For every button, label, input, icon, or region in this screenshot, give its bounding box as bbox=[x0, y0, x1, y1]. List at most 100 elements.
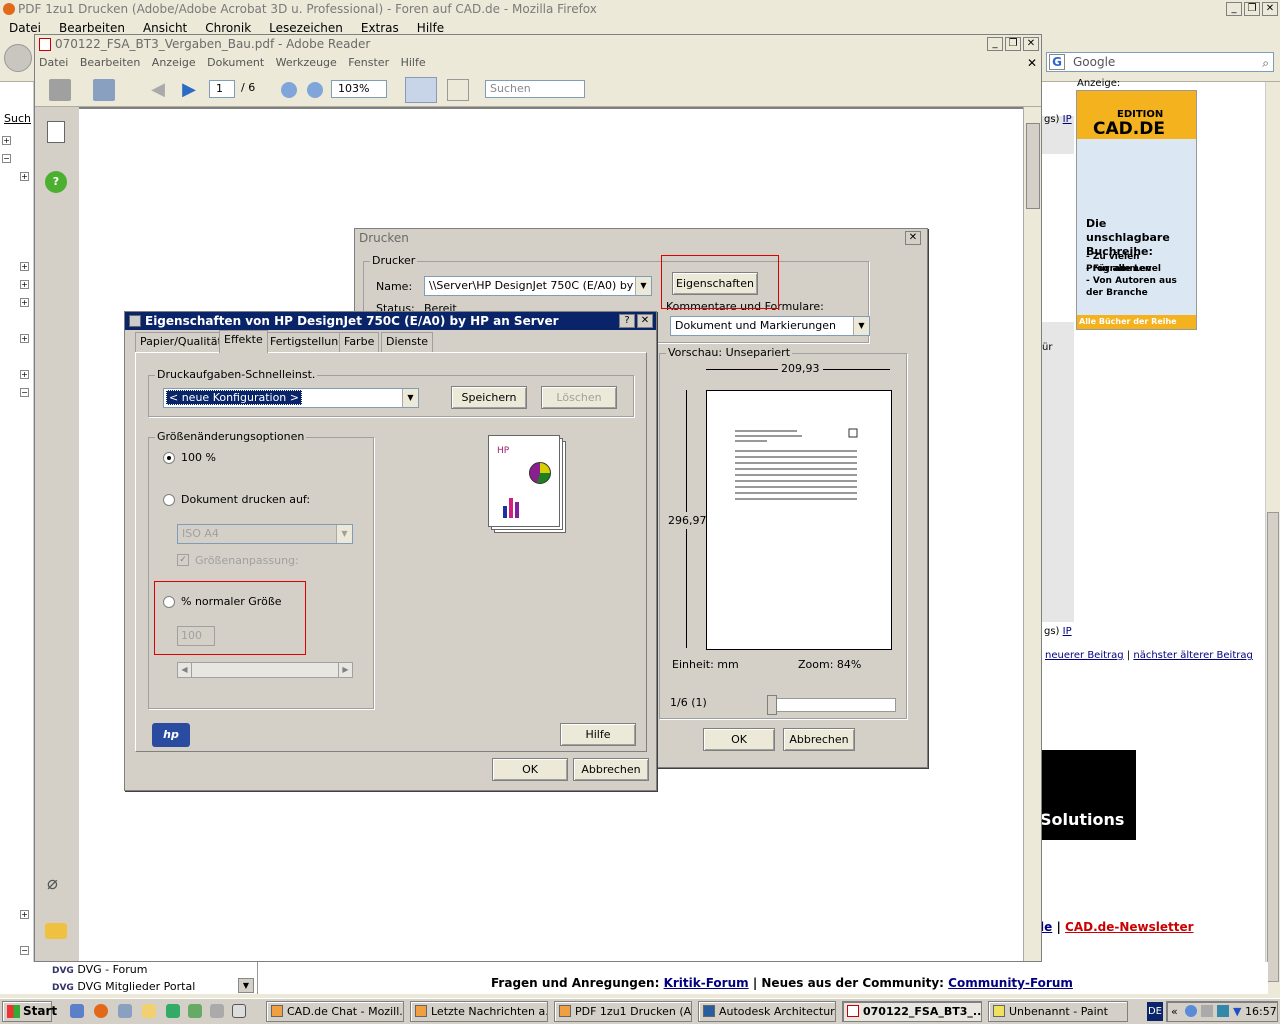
quicklaunch-icon[interactable] bbox=[188, 1004, 202, 1018]
firefox-quicklaunch-icon[interactable] bbox=[94, 1004, 108, 1018]
tab-effekte[interactable]: Effekte bbox=[219, 330, 268, 353]
zoom-input[interactable]: 103% bbox=[331, 80, 387, 98]
google-search-input[interactable]: G Google ⌕ bbox=[1046, 52, 1274, 72]
tree-expand-icon[interactable]: + bbox=[20, 262, 29, 271]
menu-anzeige[interactable]: Anzeige bbox=[152, 56, 196, 69]
menu-ansicht[interactable]: Ansicht bbox=[143, 21, 187, 35]
percent-scrollbar[interactable]: ◀ ▶ bbox=[177, 662, 353, 678]
reader-scrollbar[interactable] bbox=[1023, 107, 1041, 961]
task-pdf-drucken[interactable]: PDF 1zu1 Drucken (A... bbox=[554, 1001, 692, 1022]
tree-expand-icon[interactable]: + bbox=[2, 136, 11, 145]
task-letzte-nachrichten[interactable]: Letzte Nachrichten a... bbox=[410, 1001, 548, 1022]
tray-expand-icon[interactable]: « bbox=[1171, 1002, 1178, 1021]
menu-bearbeiten[interactable]: Bearbeiten bbox=[80, 56, 140, 69]
menu-extras[interactable]: Extras bbox=[361, 21, 399, 35]
menu-fenster[interactable]: Fenster bbox=[348, 56, 389, 69]
page-number-input[interactable]: 1 bbox=[209, 80, 235, 98]
sidebar-item-dvg-portal[interactable]: DVG DVG Mitglieder Portal bbox=[52, 980, 195, 993]
tree-collapse-icon[interactable]: − bbox=[20, 388, 29, 397]
community-forum-link[interactable]: Community-Forum bbox=[948, 976, 1073, 990]
menu-chronik[interactable]: Chronik bbox=[205, 21, 251, 35]
quicklaunch-icon[interactable] bbox=[232, 1004, 246, 1018]
menu-hilfe[interactable]: Hilfe bbox=[417, 21, 444, 35]
help-icon[interactable]: ? bbox=[45, 171, 67, 193]
menu-datei[interactable]: Datei bbox=[39, 56, 68, 69]
folder-icon[interactable] bbox=[142, 1004, 156, 1018]
close-icon[interactable]: ✕ bbox=[905, 231, 921, 245]
menu-datei[interactable]: Datei bbox=[9, 21, 41, 35]
newer-post-link[interactable]: neuerer Beitrag bbox=[1045, 650, 1124, 661]
tab-fertigstellung[interactable]: Fertigstellung bbox=[265, 332, 351, 352]
task-adobe-reader[interactable]: 070122_FSA_BT3_... bbox=[842, 1001, 982, 1022]
task-paint[interactable]: Unbenannt - Paint bbox=[988, 1001, 1128, 1022]
tree-expand-icon[interactable]: + bbox=[20, 172, 29, 181]
printer-select[interactable]: \\Server\HP DesignJet 750C (E/A0) by HP ▼ bbox=[424, 276, 652, 296]
tree-expand-icon[interactable]: + bbox=[20, 280, 29, 289]
quicklaunch-icon[interactable] bbox=[210, 1004, 224, 1018]
scroll-thumb[interactable] bbox=[1026, 123, 1040, 209]
fit-checkbox[interactable]: ✓ bbox=[177, 554, 189, 566]
quicklaunch-icon[interactable] bbox=[118, 1004, 132, 1018]
sidebar-search-label[interactable]: Such bbox=[4, 112, 31, 125]
tree-expand-icon[interactable]: + bbox=[20, 910, 29, 919]
fit-page-icon[interactable] bbox=[447, 79, 469, 101]
menu-hilfe[interactable]: Hilfe bbox=[401, 56, 426, 69]
older-post-link[interactable]: nächster älterer Beitrag bbox=[1133, 650, 1253, 661]
tray-icon[interactable] bbox=[1217, 1005, 1229, 1017]
radio-100-percent[interactable] bbox=[163, 452, 175, 464]
attachment-icon[interactable]: ⌀ bbox=[47, 873, 58, 894]
fit-width-icon[interactable] bbox=[405, 77, 437, 103]
tree-expand-icon[interactable]: + bbox=[20, 370, 29, 379]
delete-button[interactable]: Löschen bbox=[541, 386, 617, 409]
ad-banner[interactable]: EDITION CAD.DE Die unschlagbare Buchreih… bbox=[1076, 90, 1197, 340]
comments-icon[interactable] bbox=[45, 923, 67, 939]
zoom-in-icon[interactable] bbox=[307, 82, 323, 98]
tree-expand-icon[interactable]: + bbox=[20, 298, 29, 307]
tree-expand-icon[interactable]: + bbox=[20, 334, 29, 343]
close-icon[interactable]: ✕ bbox=[1023, 37, 1039, 51]
menu-bearbeiten[interactable]: Bearbeiten bbox=[59, 21, 125, 35]
chevron-down-icon[interactable]: ▼ bbox=[238, 978, 254, 993]
print-cancel-button[interactable]: Abbrechen bbox=[783, 728, 855, 751]
minimize-icon[interactable]: _ bbox=[987, 37, 1003, 51]
solutions-banner[interactable]: Solutions bbox=[1040, 750, 1136, 840]
properties-ok-button[interactable]: OK bbox=[492, 758, 568, 781]
ip-link[interactable]: gs) IP bbox=[1044, 114, 1072, 125]
print-icon[interactable] bbox=[49, 79, 71, 101]
menu-lesezeichen[interactable]: Lesezeichen bbox=[269, 21, 343, 35]
tree-collapse-icon[interactable]: − bbox=[2, 154, 11, 163]
help-icon[interactable]: ? bbox=[619, 314, 635, 328]
radio-print-on[interactable] bbox=[163, 494, 175, 506]
properties-cancel-button[interactable]: Abbrechen bbox=[573, 758, 649, 781]
print-ok-button[interactable]: OK bbox=[703, 728, 775, 751]
tray-icon[interactable] bbox=[1185, 1005, 1197, 1017]
firefox-scrollbar[interactable] bbox=[1265, 82, 1280, 994]
tree-collapse-icon[interactable]: − bbox=[20, 946, 29, 955]
close-icon[interactable]: ✕ bbox=[1262, 2, 1278, 16]
previous-page-icon[interactable]: ◀ bbox=[147, 79, 169, 101]
slider-thumb[interactable] bbox=[767, 695, 777, 715]
reader-search-input[interactable]: Suchen bbox=[485, 80, 585, 98]
minimize-icon[interactable]: _ bbox=[1226, 2, 1242, 16]
tab-papier-qualitaet[interactable]: Papier/Qualität bbox=[135, 332, 227, 352]
task-cad-chat[interactable]: CAD.de Chat - Mozill... bbox=[266, 1001, 404, 1022]
next-page-icon[interactable]: ▶ bbox=[178, 79, 200, 101]
find-icon[interactable] bbox=[93, 79, 115, 101]
sidebar-item-dvg-forum[interactable]: DVG DVG - Forum bbox=[52, 963, 148, 976]
tray-icon[interactable]: ▼ bbox=[1233, 1002, 1241, 1021]
quickset-select[interactable]: < neue Konfiguration > ▼ bbox=[163, 388, 419, 408]
close-icon[interactable]: ✕ bbox=[637, 314, 653, 328]
scroll-thumb[interactable] bbox=[1267, 512, 1279, 982]
help-button[interactable]: Hilfe bbox=[560, 723, 636, 746]
comments-select[interactable]: Dokument und Markierungen ▼ bbox=[670, 316, 870, 336]
kritik-forum-link[interactable]: Kritik-Forum bbox=[664, 976, 749, 990]
quicklaunch-icon[interactable] bbox=[70, 1004, 84, 1018]
paper-size-select[interactable]: ISO A4 ▼ bbox=[177, 524, 353, 544]
close-document-icon[interactable]: ✕ bbox=[1027, 53, 1037, 73]
pages-icon[interactable] bbox=[47, 121, 65, 143]
magnifier-icon[interactable]: ⌕ bbox=[1262, 54, 1269, 72]
restore-icon[interactable]: ❐ bbox=[1005, 37, 1021, 51]
newsletter-link[interactable]: CAD.de-Newsletter bbox=[1065, 920, 1194, 934]
menu-werkzeuge[interactable]: Werkzeuge bbox=[276, 56, 337, 69]
restore-icon[interactable]: ❐ bbox=[1244, 2, 1260, 16]
